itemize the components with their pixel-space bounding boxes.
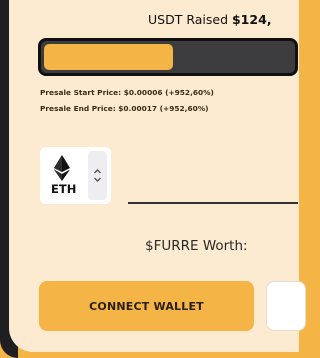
amount-input[interactable] xyxy=(128,202,298,204)
secondary-button[interactable] xyxy=(266,281,306,331)
currency-label: ETH xyxy=(51,182,77,196)
usdt-raised-text: USDT Raised $124, xyxy=(148,12,272,27)
ethereum-icon xyxy=(54,155,70,181)
raised-amount: $124, xyxy=(231,12,272,27)
progress-fill xyxy=(44,44,173,70)
connect-wallet-button[interactable]: CONNECT WALLET xyxy=(39,281,254,331)
presale-end-price: Presale End Price: $0.00017 (+952,60%) xyxy=(40,104,209,113)
page-background: USDT Raised $124, Presale Start Price: $… xyxy=(0,0,306,358)
currency-dropdown-toggle[interactable] xyxy=(88,151,107,200)
currency-selector[interactable]: ETH xyxy=(40,147,111,204)
chevron-up-down-icon xyxy=(94,169,101,182)
raised-label: USDT Raised xyxy=(148,12,228,27)
presale-progress-bar xyxy=(38,38,298,76)
furre-worth-label: $FURRE Worth: xyxy=(145,238,248,254)
presale-start-price: Presale Start Price: $0.00006 (+952,60%) xyxy=(40,88,214,97)
